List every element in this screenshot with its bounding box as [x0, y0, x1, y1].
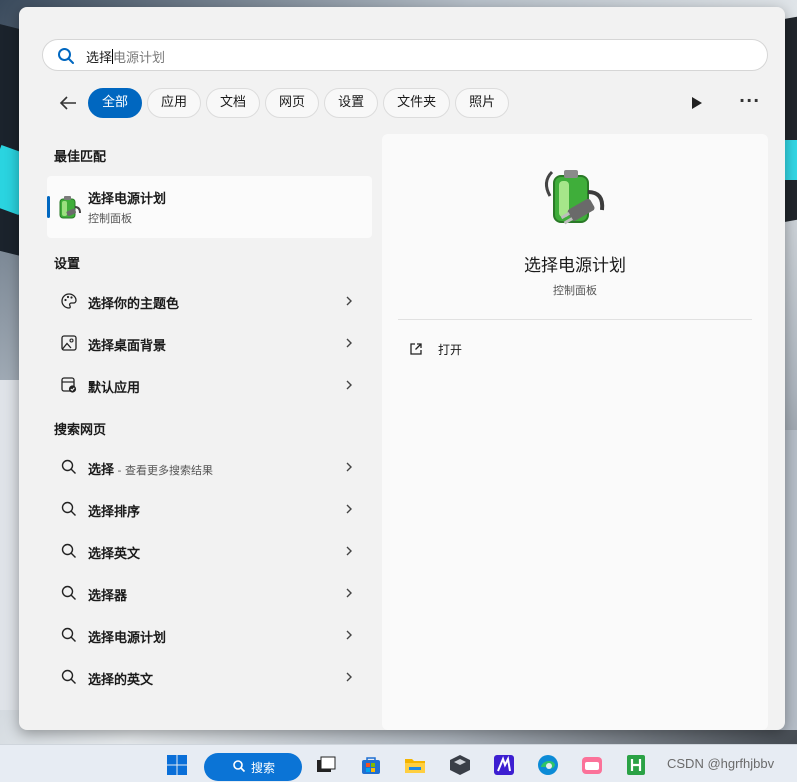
- windows-start-icon[interactable]: [166, 754, 188, 776]
- play-icon[interactable]: [689, 94, 705, 112]
- back-arrow-icon: [59, 96, 76, 110]
- search-typed-text: 选择: [86, 51, 113, 66]
- hbuilder-icon[interactable]: [625, 754, 647, 776]
- search-input[interactable]: 选择电源计划: [42, 39, 768, 71]
- store-icon[interactable]: [360, 754, 382, 776]
- search-query: 选择电源计划: [86, 47, 165, 66]
- search-icon: [61, 501, 76, 516]
- settings-item-label: 选择你的主题色: [88, 297, 180, 312]
- watermark-text: CSDN @hgrfhjbbv: [667, 756, 775, 771]
- web-result-item[interactable]: 选择器: [47, 574, 372, 612]
- web-result-label: 选择器: [88, 589, 128, 604]
- chevron-right-icon: [346, 296, 352, 306]
- preview-subtitle: 控制面板: [553, 284, 597, 297]
- wallpaper-shape: [0, 380, 20, 710]
- web-result-item[interactable]: 选择的英文: [47, 658, 372, 696]
- best-match-item[interactable]: 选择电源计划 控制面板: [47, 176, 372, 238]
- search-icon: [58, 48, 74, 64]
- taskbar-search-label: 搜索: [251, 761, 276, 775]
- edge-browser-icon[interactable]: [537, 754, 559, 776]
- best-match-subtitle: 控制面板: [88, 212, 132, 225]
- selection-indicator: [47, 196, 50, 218]
- web-search-heading: 搜索网页: [54, 423, 107, 438]
- bilibili-icon[interactable]: [581, 754, 603, 776]
- web-result-hint: - 查看更多搜索结果: [114, 464, 213, 477]
- search-icon: [61, 459, 76, 474]
- search-icon: [61, 627, 76, 642]
- chevron-right-icon: [346, 672, 352, 682]
- web-result-item[interactable]: 选择排序: [47, 490, 372, 528]
- web-result-label: 选择电源计划: [88, 631, 167, 646]
- palette-icon: [61, 293, 77, 309]
- open-label: 打开: [438, 343, 463, 357]
- chevron-right-icon: [346, 462, 352, 472]
- filter-apps[interactable]: 应用: [147, 88, 202, 118]
- taskbar-search-button[interactable]: 搜索: [204, 753, 302, 781]
- web-result-item[interactable]: 选择英文: [47, 532, 372, 570]
- filter-all[interactable]: 全部: [88, 88, 143, 118]
- filter-folders[interactable]: 文件夹: [383, 88, 451, 118]
- power-plan-icon: [545, 170, 605, 225]
- open-external-icon: [410, 343, 422, 355]
- app-cube-icon[interactable]: [449, 754, 471, 776]
- search-flyout: 选择电源计划 全部 应用 文档 网页 设置 文件夹 照片 ··· 最佳匹配 选择…: [19, 7, 785, 730]
- preview-pane: 选择电源计划 控制面板 打开: [382, 134, 768, 730]
- web-result-label: 选择英文: [88, 547, 141, 562]
- settings-heading: 设置: [54, 257, 81, 272]
- chevron-right-icon: [346, 338, 352, 348]
- task-view-icon[interactable]: [315, 754, 337, 776]
- web-result-item[interactable]: 选择电源计划: [47, 616, 372, 654]
- search-icon: [61, 543, 76, 558]
- web-result-label: 选择 - 查看更多搜索结果: [88, 459, 213, 478]
- search-icon: [233, 760, 246, 773]
- chevron-right-icon: [346, 504, 352, 514]
- web-result-item[interactable]: 选择 - 查看更多搜索结果: [47, 448, 372, 486]
- settings-item-desktop-background[interactable]: 选择桌面背景: [47, 324, 372, 362]
- best-match-heading: 最佳匹配: [54, 150, 107, 165]
- filter-documents[interactable]: 文档: [206, 88, 261, 118]
- chevron-right-icon: [346, 380, 352, 390]
- chevron-right-icon: [346, 546, 352, 556]
- power-plan-icon: [59, 196, 81, 219]
- default-apps-icon: [61, 377, 77, 393]
- web-result-label: 选择的英文: [88, 673, 154, 688]
- code-editor-icon[interactable]: [493, 754, 515, 776]
- divider: [398, 319, 752, 320]
- settings-item-label: 选择桌面背景: [88, 339, 167, 354]
- preview-title: 选择电源计划: [524, 256, 626, 276]
- best-match-title: 选择电源计划: [88, 192, 167, 207]
- taskbar: 搜索 CSDN @hgrfhjbbv: [0, 744, 797, 782]
- picture-icon: [61, 335, 77, 351]
- filter-chips: 全部 应用 文档 网页 设置 文件夹 照片: [88, 88, 510, 118]
- chevron-right-icon: [346, 630, 352, 640]
- search-suggestion-text: 电源计划: [113, 51, 166, 66]
- settings-item-theme-color[interactable]: 选择你的主题色: [47, 282, 372, 320]
- filter-web[interactable]: 网页: [265, 88, 320, 118]
- chevron-right-icon: [346, 588, 352, 598]
- settings-item-default-apps[interactable]: 默认应用: [47, 366, 372, 404]
- back-button[interactable]: [56, 93, 80, 117]
- web-result-label: 选择排序: [88, 505, 141, 520]
- more-options-button[interactable]: ···: [739, 91, 760, 110]
- file-explorer-icon[interactable]: [404, 754, 426, 776]
- search-icon: [61, 585, 76, 600]
- search-icon: [61, 669, 76, 684]
- filter-settings[interactable]: 设置: [324, 88, 379, 118]
- settings-item-label: 默认应用: [88, 381, 141, 396]
- web-result-query: 选择: [88, 463, 115, 478]
- open-action[interactable]: 打开: [408, 338, 608, 362]
- filter-photos[interactable]: 照片: [455, 88, 510, 118]
